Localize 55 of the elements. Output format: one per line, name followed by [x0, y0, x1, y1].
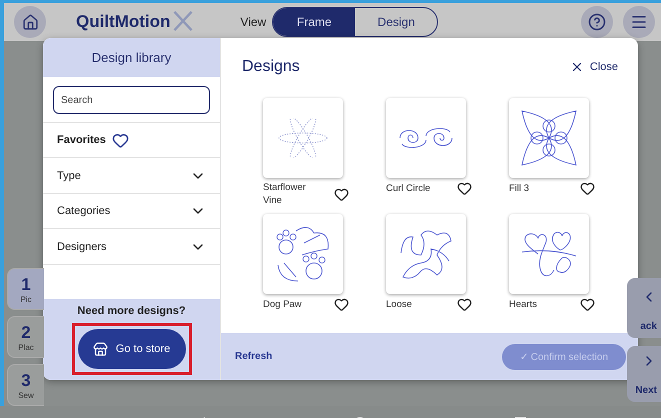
- step-button[interactable]: 2 Plac: [7, 316, 44, 358]
- favorite-button[interactable]: [334, 297, 349, 312]
- help-button[interactable]: [581, 6, 613, 38]
- design-name: Curl Circle: [386, 182, 432, 195]
- favorites-row[interactable]: Favorites: [43, 122, 220, 158]
- favorite-button[interactable]: [334, 186, 349, 202]
- design-thumbnail[interactable]: [386, 214, 466, 294]
- favorite-button[interactable]: [457, 297, 472, 312]
- search-field[interactable]: Search: [53, 86, 210, 114]
- store-icon: [92, 342, 108, 357]
- view-label: View: [240, 15, 266, 29]
- design-name: Loose: [386, 298, 413, 311]
- next-button[interactable]: Next: [627, 346, 661, 402]
- help-icon: [588, 13, 606, 31]
- home-icon: [22, 14, 38, 30]
- design-thumbnail[interactable]: [386, 98, 466, 178]
- step-button[interactable]: 3 Sew: [7, 364, 44, 406]
- filter-row[interactable]: Type: [43, 157, 220, 193]
- x-logo-icon: [172, 8, 194, 34]
- flower-drawing: [520, 109, 578, 167]
- refresh-link[interactable]: Refresh: [235, 351, 272, 362]
- favorite-button[interactable]: [580, 297, 595, 312]
- close-button[interactable]: Close: [570, 60, 618, 74]
- promo-text: Need more designs?: [77, 305, 186, 318]
- library-title: Design library: [43, 38, 220, 78]
- favorite-button[interactable]: [580, 181, 595, 196]
- designs-title: Designs: [242, 58, 300, 76]
- heart-icon: [334, 186, 349, 202]
- design-thumbnail[interactable]: [509, 98, 589, 178]
- filter-row[interactable]: Designers: [43, 228, 220, 264]
- heart-icon: [457, 181, 472, 196]
- starflower-drawing: [278, 118, 328, 158]
- heart-icon: [580, 297, 595, 312]
- spiral-drawing: [398, 126, 454, 150]
- heart-icon: [334, 297, 349, 312]
- back-button[interactable]: ack: [627, 278, 661, 338]
- design-name: Fill 3: [509, 182, 530, 195]
- menu-icon: [630, 13, 648, 31]
- heart-icon: [457, 297, 472, 312]
- design-thumbnail[interactable]: [263, 98, 343, 178]
- menu-button[interactable]: [623, 6, 655, 38]
- design-name: Dog Paw: [263, 298, 303, 311]
- design-thumbnail[interactable]: [509, 214, 589, 294]
- design-thumbnail[interactable]: [263, 214, 343, 294]
- step-button[interactable]: 1 Pic: [7, 268, 44, 310]
- view-tab[interactable]: Design: [355, 8, 438, 36]
- design-name: Hearts: [509, 298, 538, 311]
- home-button[interactable]: [14, 6, 46, 38]
- design-name: Starflower Vine: [263, 181, 307, 207]
- brand-logo: QuiltMotion: [76, 12, 170, 31]
- filter-row[interactable]: Categories: [43, 192, 220, 228]
- go-to-store-button[interactable]: Go to store: [78, 329, 186, 370]
- favorite-button[interactable]: [457, 181, 472, 196]
- view-tab[interactable]: Frame: [273, 8, 356, 36]
- heart-icon: [580, 181, 595, 196]
